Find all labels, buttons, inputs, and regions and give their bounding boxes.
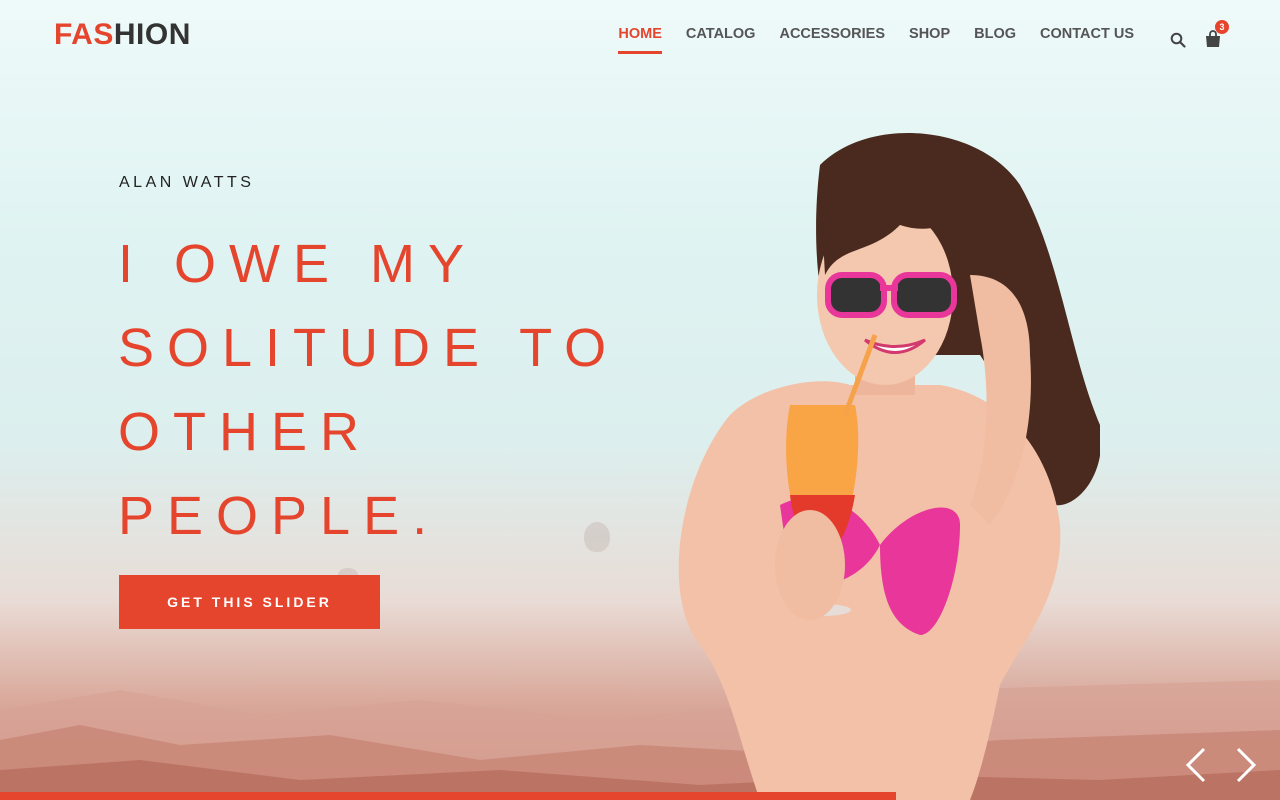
search-icon[interactable]	[1170, 32, 1186, 48]
nav-item-catalog[interactable]: CATALOG	[686, 26, 756, 52]
headline-line: OTHER	[118, 402, 372, 462]
logo-accent-text: FAS	[54, 18, 114, 51]
nav-item-blog[interactable]: BLOG	[974, 26, 1016, 52]
headline-line: PEOPLE.	[118, 486, 441, 546]
chevron-left-icon[interactable]	[1180, 745, 1214, 785]
main-nav: HOME CATALOG ACCESSORIES SHOP BLOG CONTACT US	[618, 26, 1134, 54]
nav-item-home[interactable]: HOME	[618, 26, 662, 54]
slider-progress-bar	[0, 792, 896, 800]
logo-text: HION	[113, 18, 191, 51]
site-header: FASHION HOME CATALOG ACCESSORIES SHOP BLOG CO…	[0, 0, 1280, 70]
hero-headline: I OWE MY SOLITUDE TO OTHER PEOPLE.	[118, 222, 678, 558]
headline-line: I OWE MY	[118, 234, 477, 294]
nav-item-shop[interactable]: SHOP	[909, 26, 950, 52]
nav-item-contact-us[interactable]: CONTACT US	[1040, 26, 1134, 52]
chevron-right-icon[interactable]	[1228, 745, 1262, 785]
nav-item-accessories[interactable]: ACCESSORIES	[779, 26, 885, 52]
get-slider-button[interactable]: GET THIS SLIDER	[119, 575, 380, 629]
brand-logo[interactable]: FASHION	[54, 18, 191, 52]
model-photo	[678, 132, 1100, 800]
headline-line: SOLITUDE TO	[118, 318, 620, 378]
slider-progress-track	[0, 792, 1280, 800]
quote-author: ALAN WATTS	[119, 174, 255, 191]
cart-count-badge: 3	[1215, 20, 1229, 34]
